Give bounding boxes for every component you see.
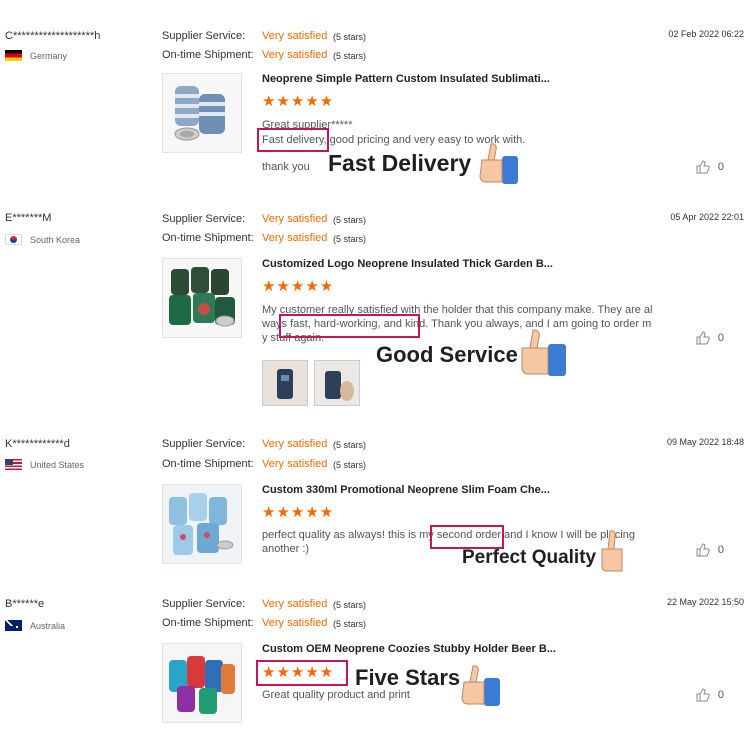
thumbs-up-icon [601,530,623,572]
thumbs-up-outline-icon [696,543,710,557]
like-button[interactable]: 0 [696,331,724,345]
like-count: 0 [717,544,724,556]
supplier-service-stars: (5 stars) [333,215,367,225]
buyer-name: K************d [5,438,70,450]
buyer-country: United States [5,459,84,470]
ontime-shipment-label: On-time Shipment: [162,49,254,61]
ontime-shipment-stars: (5 stars) [333,234,367,244]
callout-label: Good Service [376,342,518,367]
like-count: 0 [717,689,724,701]
supplier-service-rating: Very satisfied [262,213,328,225]
review-date: 09 May 2022 18:48 [666,437,744,447]
buyer-name: E*******M [5,212,52,224]
south-korea-flag-icon [5,234,22,245]
product-title[interactable]: Custom OEM Neoprene Coozies Stubby Holde… [262,643,556,655]
supplier-service-stars: (5 stars) [333,440,367,450]
buyer-country: Australia [5,620,65,631]
like-button[interactable]: 0 [696,160,724,174]
highlight-box [257,128,329,152]
ontime-shipment-stars: (5 stars) [333,460,367,470]
like-button[interactable]: 0 [696,688,724,702]
review-card: B******e Australia Supplier Service: Ver… [0,590,750,750]
review-date: 22 May 2022 15:50 [666,597,744,607]
buyer-name: C*******************h [5,30,101,42]
product-title[interactable]: Customized Logo Neoprene Insulated Thick… [262,258,553,270]
review-stars: ★★★★★ [262,504,335,521]
supplier-service-label: Supplier Service: [162,213,246,225]
product-thumbnail[interactable] [162,484,242,564]
thumbs-up-icon [521,329,566,376]
supplier-service-label: Supplier Service: [162,438,246,450]
thumbs-up-icon [479,143,518,184]
buyer-country: South Korea [5,234,80,245]
ontime-shipment-rating: Very satisfied [262,617,328,629]
like-count: 0 [717,332,724,344]
thumbs-up-outline-icon [696,331,710,345]
country-label: South Korea [30,234,81,245]
highlight-box [256,660,348,686]
product-thumbnail[interactable] [162,258,242,338]
callout-label: Five Stars [355,665,461,690]
review-date: 05 Apr 2022 22:01 [670,212,744,222]
supplier-service-rating: Very satisfied [262,598,328,610]
review-card: K************d United States Supplier Se… [0,430,750,590]
like-count: 0 [717,161,724,173]
country-label: United States [30,459,85,470]
ontime-shipment-rating: Very satisfied [262,458,328,470]
thumbs-up-outline-icon [696,688,710,702]
germany-flag-icon [5,50,22,61]
united-states-flag-icon [5,459,22,470]
country-label: Germany [30,50,68,61]
highlight-box [430,525,504,549]
thumbs-up-outline-icon [696,160,710,174]
australia-flag-icon [5,620,22,631]
supplier-service-rating: Very satisfied [262,438,328,450]
product-thumbnail[interactable] [162,73,242,153]
review-card: E*******M South Korea Supplier Service: … [0,200,750,430]
review-date: 02 Feb 2022 06:22 [668,29,744,39]
ontime-shipment-stars: (5 stars) [333,51,367,61]
ontime-shipment-stars: (5 stars) [333,619,367,629]
country-label: Australia [30,620,66,631]
review-photo[interactable] [262,360,308,406]
supplier-service-stars: (5 stars) [333,600,367,610]
review-photo[interactable] [314,360,360,406]
supplier-service-stars: (5 stars) [333,32,367,42]
like-button[interactable]: 0 [696,543,724,557]
review-stars: ★★★★★ [262,93,335,110]
ontime-shipment-label: On-time Shipment: [162,232,254,244]
thumbs-up-icon [461,665,500,706]
product-title[interactable]: Neoprene Simple Pattern Custom Insulated… [262,73,550,85]
review-card: C*******************h Germany Supplier S… [0,0,750,200]
ontime-shipment-label: On-time Shipment: [162,458,254,470]
callout-label: Fast Delivery [328,150,472,176]
supplier-service-label: Supplier Service: [162,30,246,42]
ontime-shipment-rating: Very satisfied [262,232,328,244]
supplier-service-label: Supplier Service: [162,598,246,610]
callout-label: Perfect Quality [462,547,597,568]
buyer-country: Germany [5,50,67,61]
buyer-name: B******e [5,598,45,610]
review-stars: ★★★★★ [262,278,335,295]
highlight-box [279,314,420,338]
supplier-service-rating: Very satisfied [262,30,328,42]
product-title[interactable]: Custom 330ml Promotional Neoprene Slim F… [262,484,550,496]
product-thumbnail[interactable] [162,643,242,723]
ontime-shipment-label: On-time Shipment: [162,617,254,629]
ontime-shipment-rating: Very satisfied [262,49,328,61]
